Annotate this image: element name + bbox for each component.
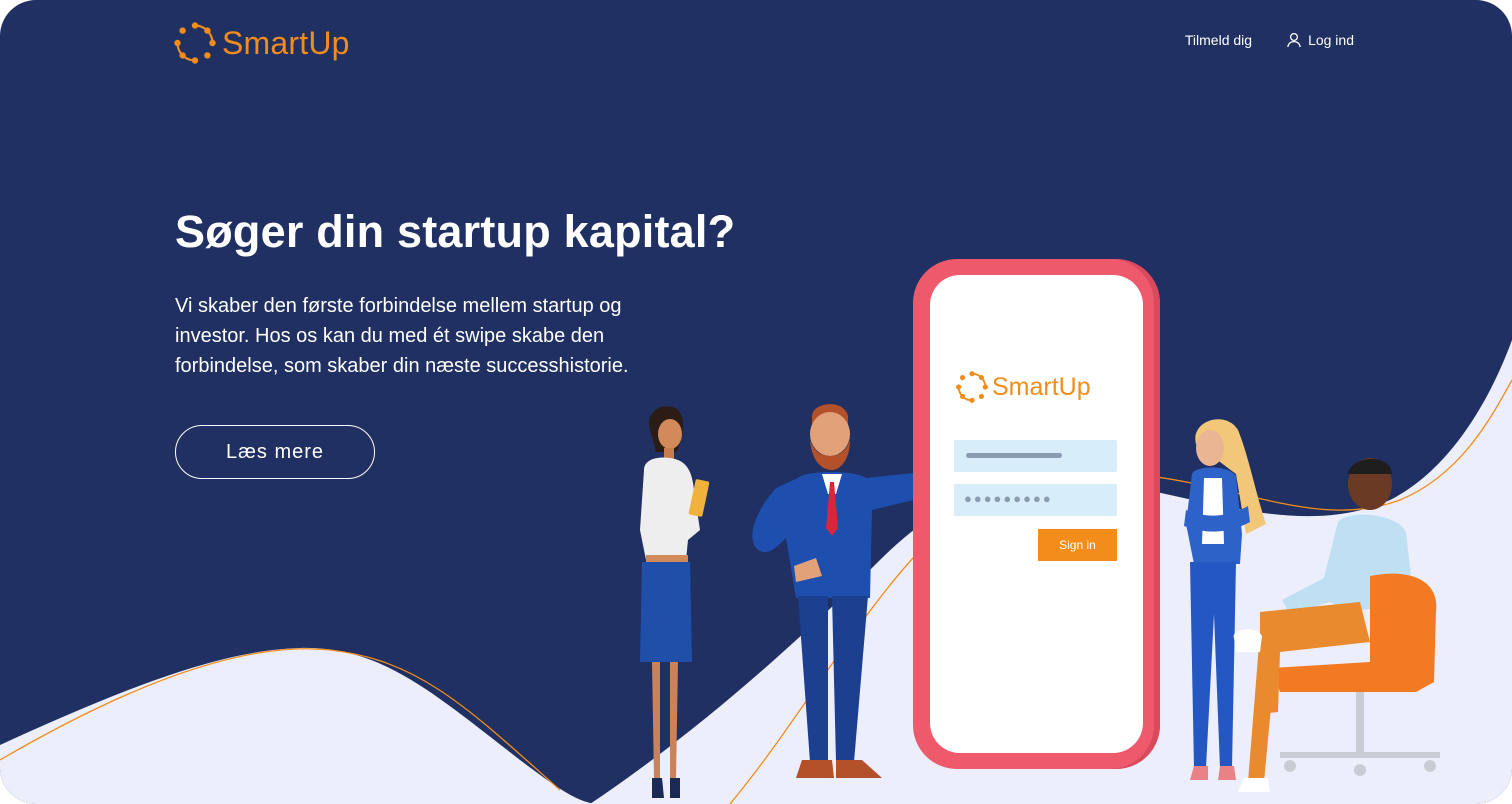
phone-brand-name: SmartUp [992, 372, 1091, 401]
woman-notepad-illustration [640, 406, 710, 798]
hero-description: Vi skaber den første forbindelse mellem … [175, 295, 629, 377]
phone-mockup: SmartUp ●●●●●●●●● Sign in [913, 259, 1160, 769]
login-link[interactable]: Log ind [1286, 32, 1354, 48]
landing-page: SmartUp Tilmeld dig Log ind Søger din st… [0, 0, 1512, 804]
brand-logo[interactable]: SmartUp [174, 20, 350, 66]
password-mask: ●●●●●●●●● [964, 491, 1053, 506]
man-on-chair-illustration [1233, 458, 1440, 792]
phone-signin-button: Sign in [1038, 529, 1117, 561]
logo-ring-icon [174, 22, 216, 64]
user-icon [1287, 32, 1301, 48]
hero-title: Søger din startup kapital? [175, 206, 736, 257]
phone-brand-logo: SmartUp [956, 371, 1091, 403]
read-more-button[interactable]: Læs mere [175, 425, 375, 479]
brand-name: SmartUp [222, 24, 350, 61]
phone-screen: SmartUp ●●●●●●●●● Sign in [930, 275, 1143, 753]
logo-ring-icon [956, 371, 988, 403]
phone-password-field: ●●●●●●●●● [954, 484, 1117, 516]
top-nav: Tilmeld dig Log ind [1185, 32, 1354, 48]
login-label: Log ind [1308, 32, 1354, 48]
username-placeholder-bar [966, 453, 1062, 458]
phone-username-field [954, 440, 1117, 472]
wave-left [0, 647, 600, 804]
signup-link[interactable]: Tilmeld dig [1185, 32, 1252, 48]
